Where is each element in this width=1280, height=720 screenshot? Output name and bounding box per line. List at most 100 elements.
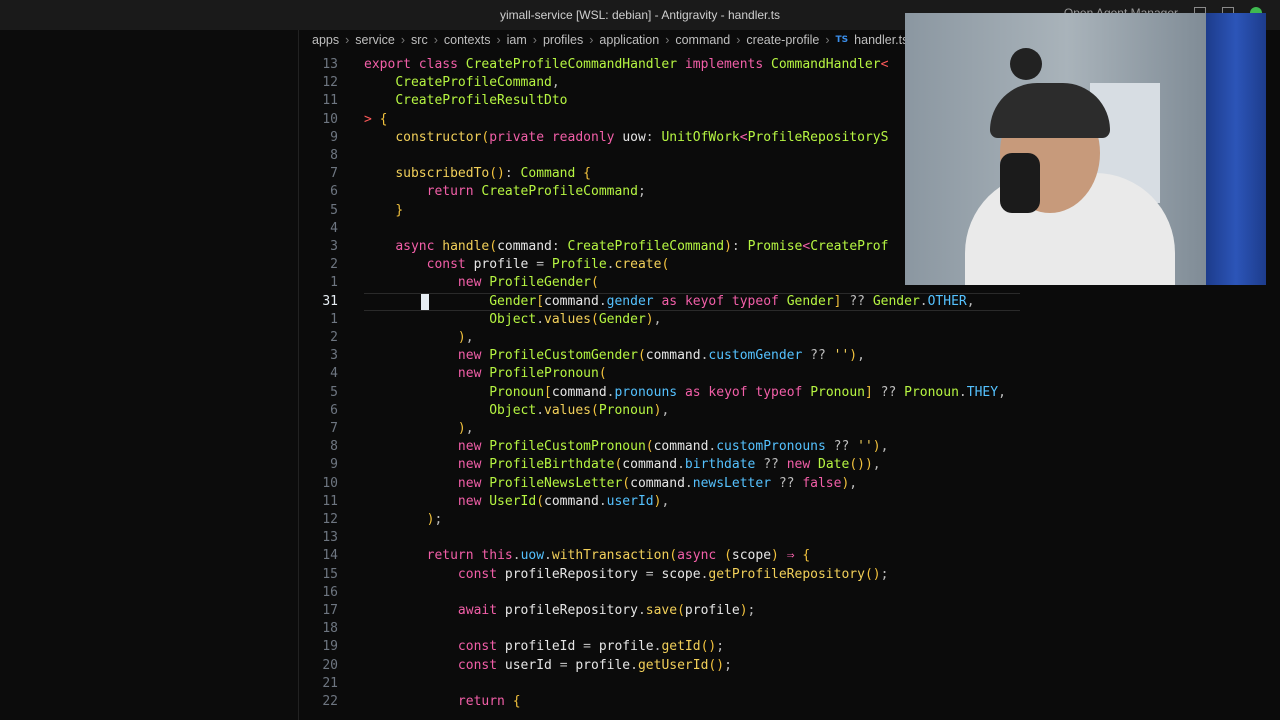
- code-token: ??: [849, 293, 873, 309]
- line-number: 1: [330, 275, 338, 291]
- code-token: (: [677, 603, 685, 618]
- code-token: gender: [606, 293, 662, 309]
- breadcrumb-item[interactable]: application: [599, 33, 659, 47]
- breadcrumb-item[interactable]: apps: [312, 33, 339, 47]
- code-token: command: [630, 475, 685, 491]
- code-text: ),: [364, 329, 474, 347]
- code-line[interactable]: 22 return {: [300, 693, 1020, 711]
- code-text: new ProfileBirthdate(command.birthdate ?…: [364, 456, 881, 474]
- code-token: ): [739, 603, 748, 618]
- code-line[interactable]: 17 await profileRepository.save(profile)…: [300, 602, 1020, 620]
- code-token: {: [583, 166, 591, 182]
- code-token: =: [536, 257, 552, 273]
- code-line[interactable]: 16: [300, 584, 1020, 602]
- code-line[interactable]: 11 new UserId(command.userId),: [300, 493, 1020, 511]
- code-token: Gender: [872, 293, 920, 309]
- code-line[interactable]: 19 const profileId = profile.getId();: [300, 638, 1020, 656]
- code-token: =: [559, 657, 576, 673]
- breadcrumb-item[interactable]: service: [355, 33, 395, 47]
- code-line[interactable]: 1 Object.values(Gender),: [300, 311, 1020, 329]
- code-line[interactable]: 7 ),: [300, 420, 1020, 438]
- breadcrumb-item[interactable]: create-profile: [746, 33, 819, 47]
- code-line[interactable]: 3 new ProfileCustomGender(command.custom…: [300, 347, 1020, 365]
- code-line[interactable]: 18: [300, 620, 1020, 638]
- code-token: (): [489, 166, 505, 182]
- breadcrumb-item[interactable]: profiles: [543, 33, 583, 47]
- code-token: THEY: [966, 384, 999, 400]
- code-line[interactable]: 20 const userId = profile.getUserId();: [300, 657, 1020, 675]
- code-line[interactable]: 4 new ProfilePronoun(: [300, 365, 1020, 383]
- breadcrumb-item[interactable]: iam: [507, 33, 527, 47]
- line-number: 3: [330, 348, 338, 364]
- code-token: ;: [716, 639, 725, 655]
- code-text: return {: [364, 693, 521, 711]
- breadcrumb-item[interactable]: handler.ts: [854, 33, 908, 47]
- code-token: ;: [637, 184, 646, 200]
- code-token: ): [645, 311, 654, 327]
- code-line[interactable]: 13: [300, 529, 1020, 547]
- chevron-right-icon: ›: [345, 33, 350, 47]
- code-token: CreateProfileResultDto: [395, 93, 568, 109]
- code-token: ??: [833, 439, 858, 455]
- breadcrumb-item[interactable]: src: [411, 33, 428, 47]
- breadcrumb-item[interactable]: command: [675, 33, 730, 47]
- code-text: return this.uow.withTransaction(async (s…: [364, 547, 811, 565]
- code-token: class: [418, 57, 466, 72]
- code-line[interactable]: 15 const profileRepository = scope.getPr…: [300, 566, 1020, 584]
- line-number: 17: [322, 603, 338, 618]
- line-number: 19: [322, 639, 338, 655]
- code-token: save: [645, 603, 678, 618]
- code-text: Pronoun[command.pronouns as keyof typeof…: [364, 384, 1006, 402]
- code-line[interactable]: 14 return this.uow.withTransaction(async…: [300, 547, 1020, 565]
- chevron-right-icon: ›: [665, 33, 670, 47]
- code-token: scope: [731, 548, 772, 564]
- code-line[interactable]: 6 Object.values(Pronoun),: [300, 402, 1020, 420]
- code-token: (): [700, 639, 717, 655]
- code-token: Gender: [598, 311, 646, 327]
- code-token: CreateProfileCommand: [481, 184, 638, 200]
- code-token: getProfileRepository: [708, 566, 865, 582]
- code-line[interactable]: 5 Pronoun[command.pronouns as keyof type…: [300, 384, 1020, 402]
- code-line[interactable]: 9 new ProfileBirthdate(command.birthdate…: [300, 456, 1020, 474]
- code-line[interactable]: 2 ),: [300, 329, 1020, 347]
- code-line[interactable]: 12 );: [300, 511, 1020, 529]
- code-token: Date: [818, 457, 850, 473]
- code-text: new ProfileGender(: [364, 274, 599, 292]
- line-number: 22: [322, 694, 338, 709]
- code-token: ): [864, 457, 873, 473]
- code-line[interactable]: 31 Gender[command.gender as keyof typeof…: [300, 293, 1020, 311]
- code-token: (): [849, 457, 865, 473]
- typescript-file-icon: TS: [835, 35, 849, 45]
- code-token: (: [598, 366, 607, 382]
- chevron-right-icon: ›: [736, 33, 741, 47]
- code-token: Object: [489, 402, 537, 418]
- code-line[interactable]: 21: [300, 675, 1020, 693]
- code-line[interactable]: 8 new ProfileCustomPronoun(command.custo…: [300, 438, 1020, 456]
- code-token: keyof: [684, 293, 732, 309]
- code-token: ): [849, 348, 858, 364]
- code-token: .: [598, 293, 607, 309]
- line-number: 10: [322, 475, 338, 491]
- code-token: Pronoun: [810, 384, 865, 400]
- webcam-lamp: [1010, 48, 1042, 80]
- breadcrumb-item[interactable]: contexts: [444, 33, 491, 47]
- code-line[interactable]: 10 new ProfileNewsLetter(command.newsLet…: [300, 475, 1020, 493]
- line-number: 3: [330, 239, 338, 254]
- code-token: profile: [473, 257, 537, 273]
- code-token: Pronoun: [904, 384, 959, 400]
- code-token: getId: [661, 639, 701, 655]
- code-token: ,: [966, 293, 975, 309]
- code-token: .: [637, 603, 646, 618]
- code-token: .: [684, 475, 693, 491]
- code-token: {: [802, 548, 811, 564]
- line-number: 13: [322, 530, 338, 546]
- code-token: async: [677, 548, 725, 564]
- code-token: values: [544, 311, 591, 327]
- line-number: 9: [330, 129, 338, 145]
- code-token: Pronoun: [489, 384, 545, 400]
